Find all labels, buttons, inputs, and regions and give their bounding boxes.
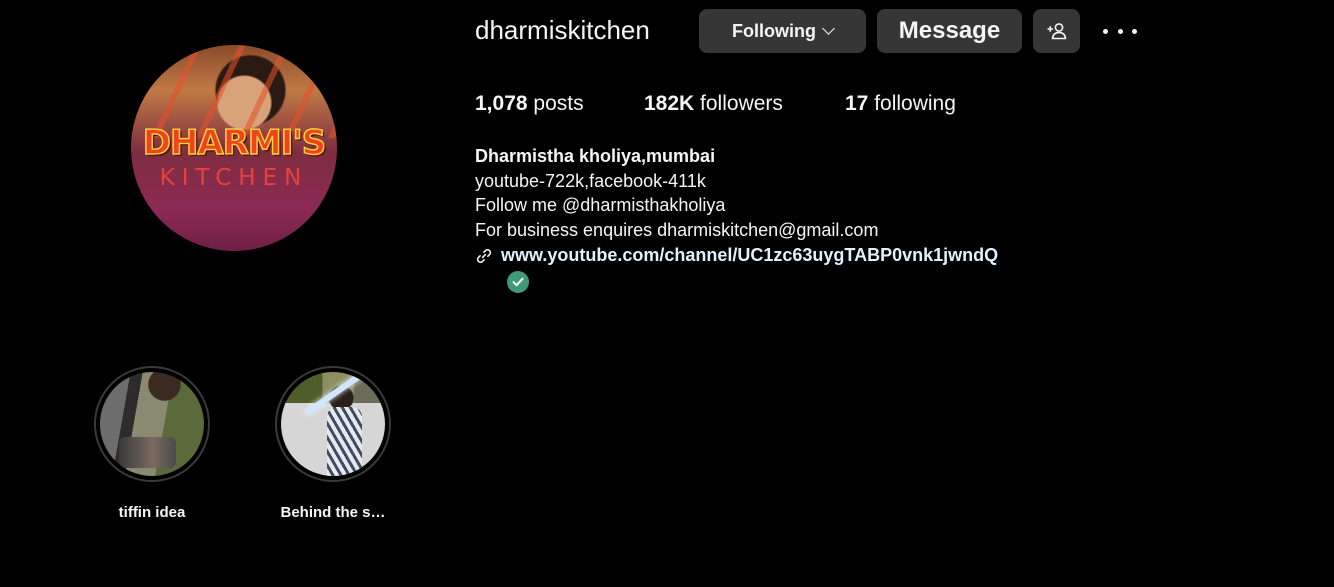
more-dot: [1117, 28, 1123, 34]
following-stat[interactable]: 17 following: [845, 92, 956, 116]
message-button[interactable]: Message: [877, 9, 1022, 53]
story-highlight[interactable]: tiffin idea: [87, 366, 217, 521]
following-label: following: [874, 92, 956, 115]
posts-count: 1,078: [475, 92, 528, 115]
avatar-logo-line1: DHARMI'S: [142, 122, 327, 164]
bio-line: Follow me @dharmisthakholiya: [475, 195, 726, 216]
posts-stat: 1,078 posts: [475, 92, 584, 116]
followers-stat[interactable]: 182K followers: [644, 92, 783, 116]
highlight-cover-image: [100, 372, 204, 476]
profile-username: dharmiskitchen: [475, 15, 650, 45]
following-button-label: Following: [732, 20, 816, 41]
suggest-users-button[interactable]: [1033, 9, 1080, 53]
avatar-logo-line2: KITCHEN: [159, 165, 309, 191]
verified-check-icon: [507, 271, 529, 293]
following-button[interactable]: Following: [699, 9, 866, 53]
bio-link-row: www.youtube.com/channel/UC1zc63uygTABP0v…: [475, 243, 998, 268]
profile-page: DHARMI'S KITCHEN dharmiskitchen Followin…: [0, 0, 1334, 587]
following-count: 17: [845, 92, 869, 115]
followers-label: followers: [700, 92, 783, 115]
profile-bio: Dharmistha kholiya,mumbai youtube-722k,f…: [475, 144, 998, 268]
more-dot: [1103, 28, 1108, 34]
highlight-label: tiffin idea: [118, 504, 186, 521]
profile-avatar[interactable]: DHARMI'S KITCHEN: [131, 45, 337, 251]
link-icon: [476, 248, 492, 263]
bio-line: For business enquires dharmiskitchen@gma…: [475, 219, 879, 240]
posts-label: posts: [533, 92, 584, 115]
more-options-button[interactable]: [1103, 22, 1137, 40]
chevron-down-icon: [822, 22, 835, 35]
bio-full-name: Dharmistha kholiya,mumbai: [475, 146, 716, 166]
bio-external-link[interactable]: www.youtube.com/channel/UC1zc63uygTABP0v…: [501, 243, 998, 268]
highlight-ring: [275, 366, 391, 482]
followers-count: 182K: [644, 92, 695, 115]
highlight-ring: [94, 366, 210, 482]
add-user-icon: [1047, 23, 1066, 40]
more-dot: [1132, 28, 1137, 34]
story-highlight[interactable]: Behind the s…: [268, 366, 398, 521]
highlight-cover-image: [281, 372, 385, 476]
bio-line: youtube-722k,facebook-411k: [475, 170, 706, 191]
highlight-label: Behind the s…: [280, 504, 386, 521]
